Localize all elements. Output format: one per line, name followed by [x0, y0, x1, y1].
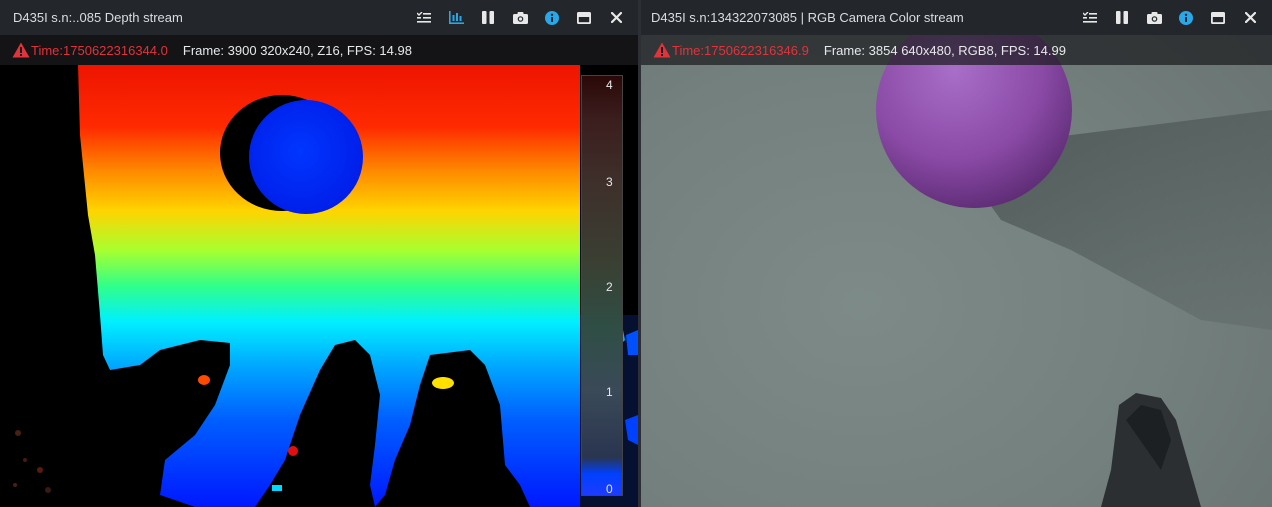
info-icon[interactable]: [536, 0, 568, 35]
depth-stream-viewer: 4 3 2 1 0 D435I s.n:..085 Depth stream T…: [0, 0, 638, 507]
controls-icon[interactable]: [408, 0, 440, 35]
info-icon[interactable]: [1170, 0, 1202, 35]
minimize-icon[interactable]: [568, 0, 600, 35]
warning-icon: [12, 42, 30, 58]
depth-image: [0, 65, 638, 507]
pause-icon[interactable]: [472, 0, 504, 35]
controls-icon[interactable]: [1074, 0, 1106, 35]
frame-info: Frame: 3854 640x480, RGB8, FPS: 14.99: [823, 42, 1066, 58]
depth-titlebar: D435I s.n:..085 Depth stream: [0, 0, 638, 35]
color-titlebar: D435I s.n:134322073085 | RGB Camera Colo…: [641, 0, 1272, 35]
depth-colorbar: [581, 75, 623, 496]
stream-info-bar: Time: 1750622316346.9 Frame: 3854 640x48…: [641, 35, 1272, 65]
colorbar-tick-label: 4: [606, 78, 613, 92]
stream-toolbar: [408, 0, 638, 35]
timestamp-label: Time:: [672, 42, 705, 58]
colorbar-tick-label: 3: [606, 175, 613, 189]
color-stream-viewer: D435I s.n:134322073085 | RGB Camera Colo…: [641, 0, 1272, 507]
warning-icon: [653, 42, 671, 58]
pause-icon[interactable]: [1106, 0, 1138, 35]
histogram-icon[interactable]: [440, 0, 472, 35]
close-icon[interactable]: [600, 0, 632, 35]
colorbar-tick-label: 2: [606, 280, 613, 294]
timestamp-value: 1750622316346.9: [704, 42, 809, 58]
minimize-icon[interactable]: [1202, 0, 1234, 35]
close-icon[interactable]: [1234, 0, 1266, 35]
snapshot-icon[interactable]: [1138, 0, 1170, 35]
frame-info: Frame: 3900 320x240, Z16, FPS: 14.98: [182, 42, 412, 58]
colorbar-tick-label: 0: [606, 482, 613, 496]
timestamp-value: 1750622316344.0: [63, 42, 168, 58]
timestamp-label: Time:: [31, 42, 64, 58]
color-camera-image: [641, 0, 1272, 507]
stream-info-bar: Time: 1750622316344.0 Frame: 3900 320x24…: [0, 35, 638, 65]
colorbar-tick-label: 1: [606, 385, 613, 399]
stream-title: D435I s.n:134322073085 | RGB Camera Colo…: [651, 10, 964, 25]
stream-title: D435I s.n:..085 Depth stream: [13, 10, 183, 25]
snapshot-icon[interactable]: [504, 0, 536, 35]
stream-toolbar: [1074, 0, 1272, 35]
